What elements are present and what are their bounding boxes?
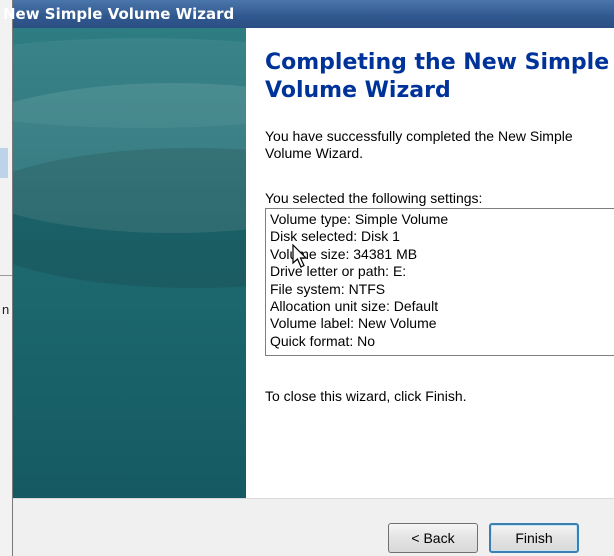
mouse-cursor-icon bbox=[292, 244, 308, 268]
background-selection-bar bbox=[0, 148, 8, 178]
settings-label: You selected the following settings: bbox=[265, 190, 483, 206]
back-button[interactable]: < Back bbox=[388, 523, 478, 553]
settings-line: Disk selected: Disk 1 bbox=[270, 228, 400, 245]
finish-button[interactable]: Finish bbox=[489, 523, 579, 553]
settings-line: Allocation unit size: Default bbox=[270, 298, 439, 315]
title-bar[interactable]: New Simple Volume Wizard bbox=[3, 0, 614, 28]
background-divider bbox=[0, 275, 12, 276]
background-window-edge: n bbox=[0, 0, 12, 556]
wizard-button-bar: < Back Finish bbox=[13, 498, 614, 556]
close-instruction: To close this wizard, click Finish. bbox=[265, 388, 467, 404]
settings-line: Drive letter or path: E: bbox=[270, 263, 407, 280]
settings-line: Volume type: Simple Volume bbox=[270, 211, 449, 227]
window-title: New Simple Volume Wizard bbox=[3, 5, 235, 23]
settings-line: File system: NTFS bbox=[270, 280, 386, 297]
background-text-fragment: n bbox=[2, 302, 10, 317]
settings-line: Quick format: No bbox=[270, 332, 376, 349]
page-title: Completing the New Simple Volume Wizard bbox=[265, 50, 610, 103]
settings-line: Volume label: New Volume bbox=[270, 315, 437, 332]
banner-decoration bbox=[13, 148, 246, 288]
success-message: You have successfully completed the New … bbox=[265, 128, 573, 161]
wizard-side-banner bbox=[13, 28, 246, 498]
settings-summary-box[interactable]: Volume type: Simple Volume Disk selected… bbox=[265, 208, 614, 356]
wizard-window: New Simple Volume Wizard Completing the … bbox=[3, 0, 614, 556]
settings-line: Volume size: 34381 MB bbox=[270, 245, 418, 262]
